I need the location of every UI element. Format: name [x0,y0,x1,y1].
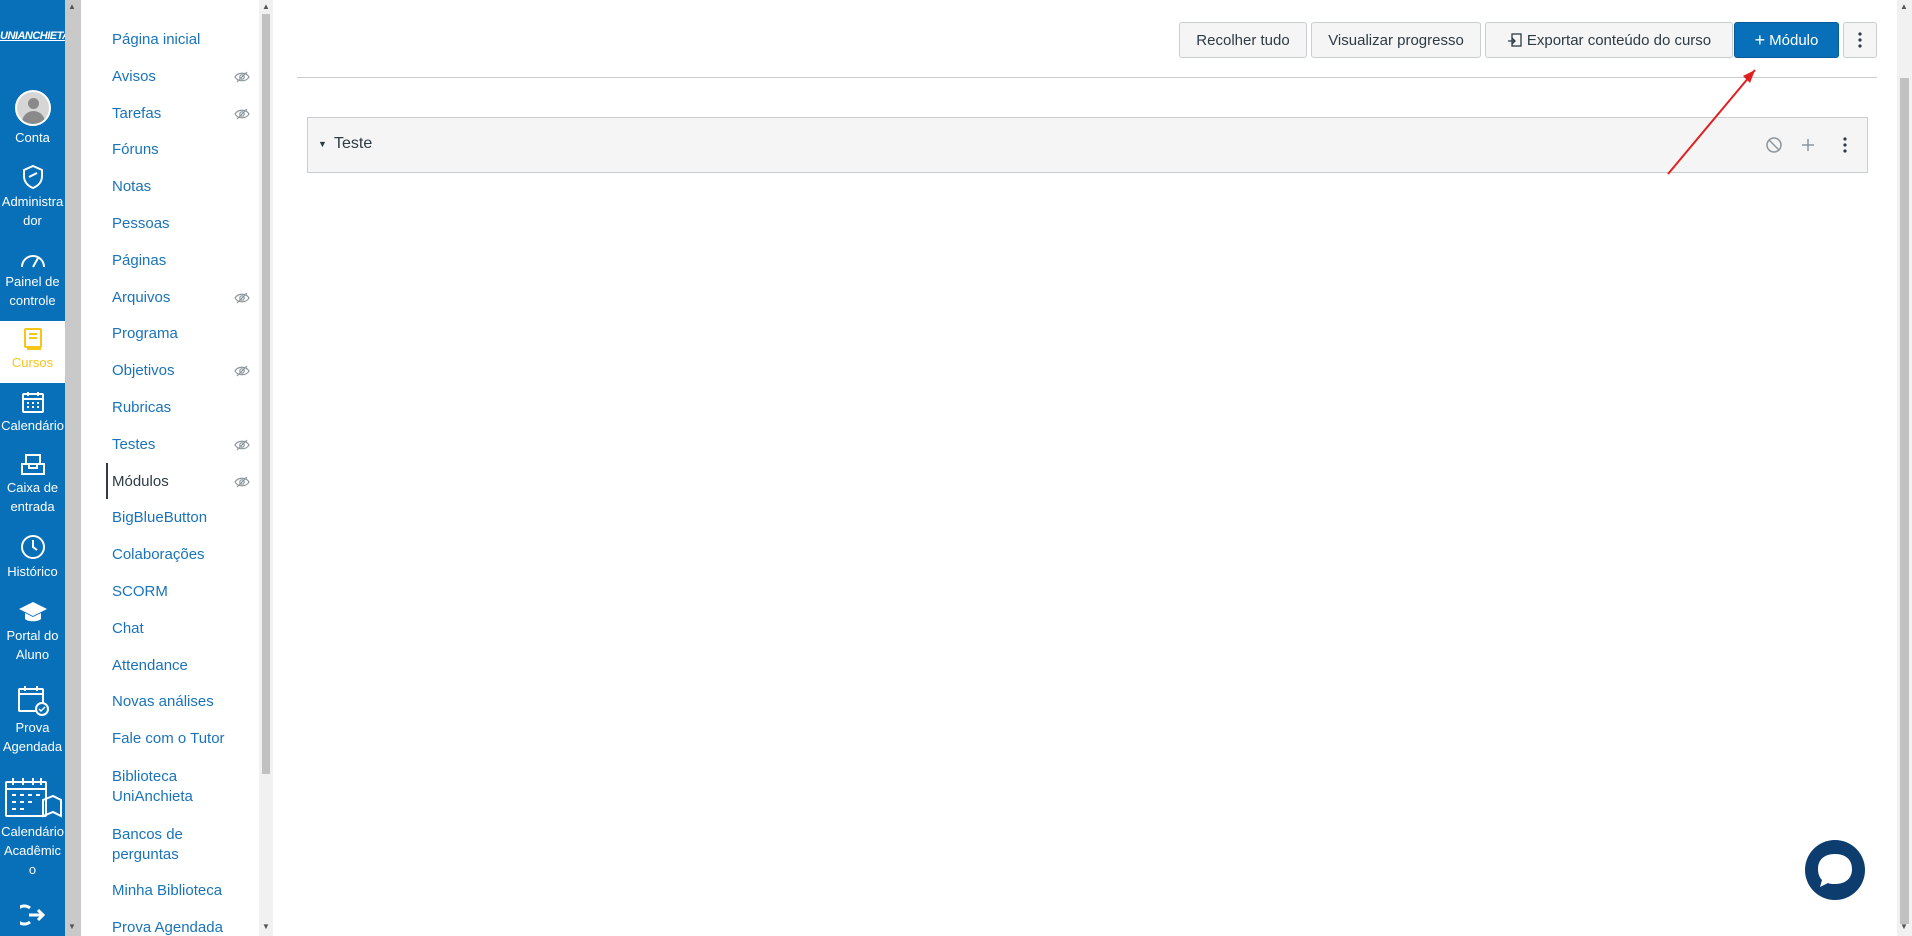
scroll-down-arrow-icon[interactable]: ▼ [1900,922,1908,931]
calendar-check-icon [17,686,49,716]
course-nav-item[interactable]: Arquivos [112,288,252,308]
course-nav-item[interactable]: Minha Biblioteca [112,881,252,901]
scrollbar-thumb[interactable] [262,14,270,774]
calendar-icon [21,392,44,413]
course-nav-item[interactable]: Testes [112,435,252,455]
export-course-content-label: Exportar conteúdo do curso [1526,31,1712,49]
nav-courses-label: Cursos [11,355,54,370]
course-nav-item[interactable]: Pessoas [112,214,252,234]
nav-scheduled-exam[interactable]: Prova Agendada [0,684,65,756]
nav-calendar-label: Calendário [1,418,64,433]
nav-history[interactable]: Histórico [0,534,65,581]
course-nav: Página inicial Avisos Tarefas Fóruns Notas Pe… [81,0,259,936]
nav-scheduled-exam-label: Prova Agendada [2,720,63,754]
toolbar-divider [297,77,1877,78]
course-nav-item[interactable]: Prova Agendada [112,918,252,936]
add-module-label: Módulo [1769,31,1819,49]
nav-academic-calendar[interactable]: Calendário Acadêmic o [0,776,65,879]
eye-off-icon [234,292,250,304]
course-nav-item[interactable]: Fale com o Tutor [112,729,252,749]
course-nav-item[interactable]: Colaborações [112,545,252,565]
nav-scrollbar[interactable]: ▲ ▼ [65,0,81,936]
eye-off-icon [234,365,250,377]
course-nav-item[interactable]: Attendance [112,656,252,676]
scroll-down-arrow-icon[interactable]: ▼ [68,922,76,931]
page-scrollbar[interactable]: ▲ ▼ [1897,0,1912,936]
nav-calendar[interactable]: Calendário [0,390,65,435]
course-nav-item[interactable]: Biblioteca UniAnchieta [112,767,252,807]
nav-history-label: Histórico [7,564,58,579]
module-title: Teste [334,135,373,152]
nav-dashboard-label: Painel de controle [5,274,60,308]
nav-inbox[interactable]: Caixa de entrada [0,452,65,516]
nav-courses[interactable]: Cursos [0,321,65,383]
nav-account-label: Conta [15,130,50,145]
course-nav-item[interactable]: Bancos de perguntas [112,825,252,865]
nav-logout[interactable] [0,904,65,928]
course-nav-item[interactable]: Chat [112,619,252,639]
nav-account[interactable]: Conta [0,90,65,147]
collapse-all-button[interactable]: Recolher tudo [1179,22,1307,58]
course-nav-item[interactable]: Notas [112,177,252,197]
course-nav-scrollbar[interactable]: ▲ ▼ [259,0,273,936]
course-nav-item[interactable]: Páginas [112,251,252,271]
kebab-icon[interactable] [1835,135,1855,155]
nav-dashboard[interactable]: Painel de controle [0,250,65,310]
scroll-up-arrow-icon[interactable]: ▲ [1900,2,1908,11]
scroll-down-arrow-icon[interactable]: ▼ [262,922,270,931]
shield-icon [22,164,43,190]
course-nav-item[interactable]: Módulos [112,472,252,492]
nav-student-portal[interactable]: Portal do Aluno [0,600,65,664]
global-nav: UNIANCHIETA Conta Administra dor Painel … [0,0,65,936]
graduation-cap-icon [18,602,47,622]
course-nav-item[interactable]: Tarefas [112,104,252,124]
chat-widget-button[interactable] [1805,840,1865,900]
course-nav-item[interactable]: Fóruns [112,140,252,160]
annotation-arrow [1667,69,1756,175]
chat-bubble-icon [1818,854,1852,887]
clock-icon [20,535,45,559]
course-nav-item[interactable]: Novas análises [112,692,252,712]
scroll-up-arrow-icon[interactable]: ▲ [262,2,270,11]
module-header[interactable]: ▼ Teste [307,117,1868,173]
course-nav-item[interactable]: Programa [112,324,252,344]
nav-student-portal-label: Portal do Aluno [6,628,59,662]
logout-icon [19,904,45,926]
plus-icon: + [1754,29,1766,50]
eye-off-icon [234,108,250,120]
collapse-all-label: Recolher tudo [1196,31,1290,49]
more-options-button[interactable] [1843,22,1877,58]
nav-academic-calendar-label: Calendário Acadêmic o [1,824,64,877]
course-nav-item[interactable]: BigBlueButton [112,508,252,528]
course-nav-item[interactable]: Rubricas [112,398,252,418]
view-progress-button[interactable]: Visualizar progresso [1311,22,1481,58]
course-nav-item[interactable]: SCORM [112,582,252,602]
course-nav-item[interactable]: Objetivos [112,361,252,381]
avatar [14,90,51,126]
unpublished-icon[interactable] [1764,135,1784,155]
course-nav-item[interactable]: Avisos [112,67,252,87]
add-item-icon[interactable] [1798,135,1818,155]
eye-off-icon [234,439,250,451]
kebab-icon [1858,32,1862,48]
export-course-content-button[interactable]: Exportar conteúdo do curso [1485,22,1733,58]
nav-inbox-label: Caixa de entrada [6,480,59,514]
nav-admin[interactable]: Administra dor [0,164,65,230]
unianchieta-logo[interactable]: UNIANCHIETA [0,30,65,42]
eye-off-icon [234,476,250,488]
scrollbar-thumb[interactable] [1900,78,1909,924]
export-icon [1507,33,1522,47]
inbox-icon [20,454,45,475]
book-icon [23,328,42,350]
scroll-up-arrow-icon[interactable]: ▲ [68,2,76,11]
academic-calendar-icon [4,778,62,818]
view-progress-label: Visualizar progresso [1328,31,1464,49]
course-nav-item[interactable]: Página inicial [112,30,252,50]
active-item-indicator [106,463,108,499]
eye-off-icon [234,71,250,83]
add-module-button[interactable]: + Módulo [1734,22,1839,58]
nav-admin-label: Administra dor [1,194,64,228]
dashboard-icon [20,255,45,268]
collapse-caret-icon[interactable]: ▼ [318,139,327,149]
